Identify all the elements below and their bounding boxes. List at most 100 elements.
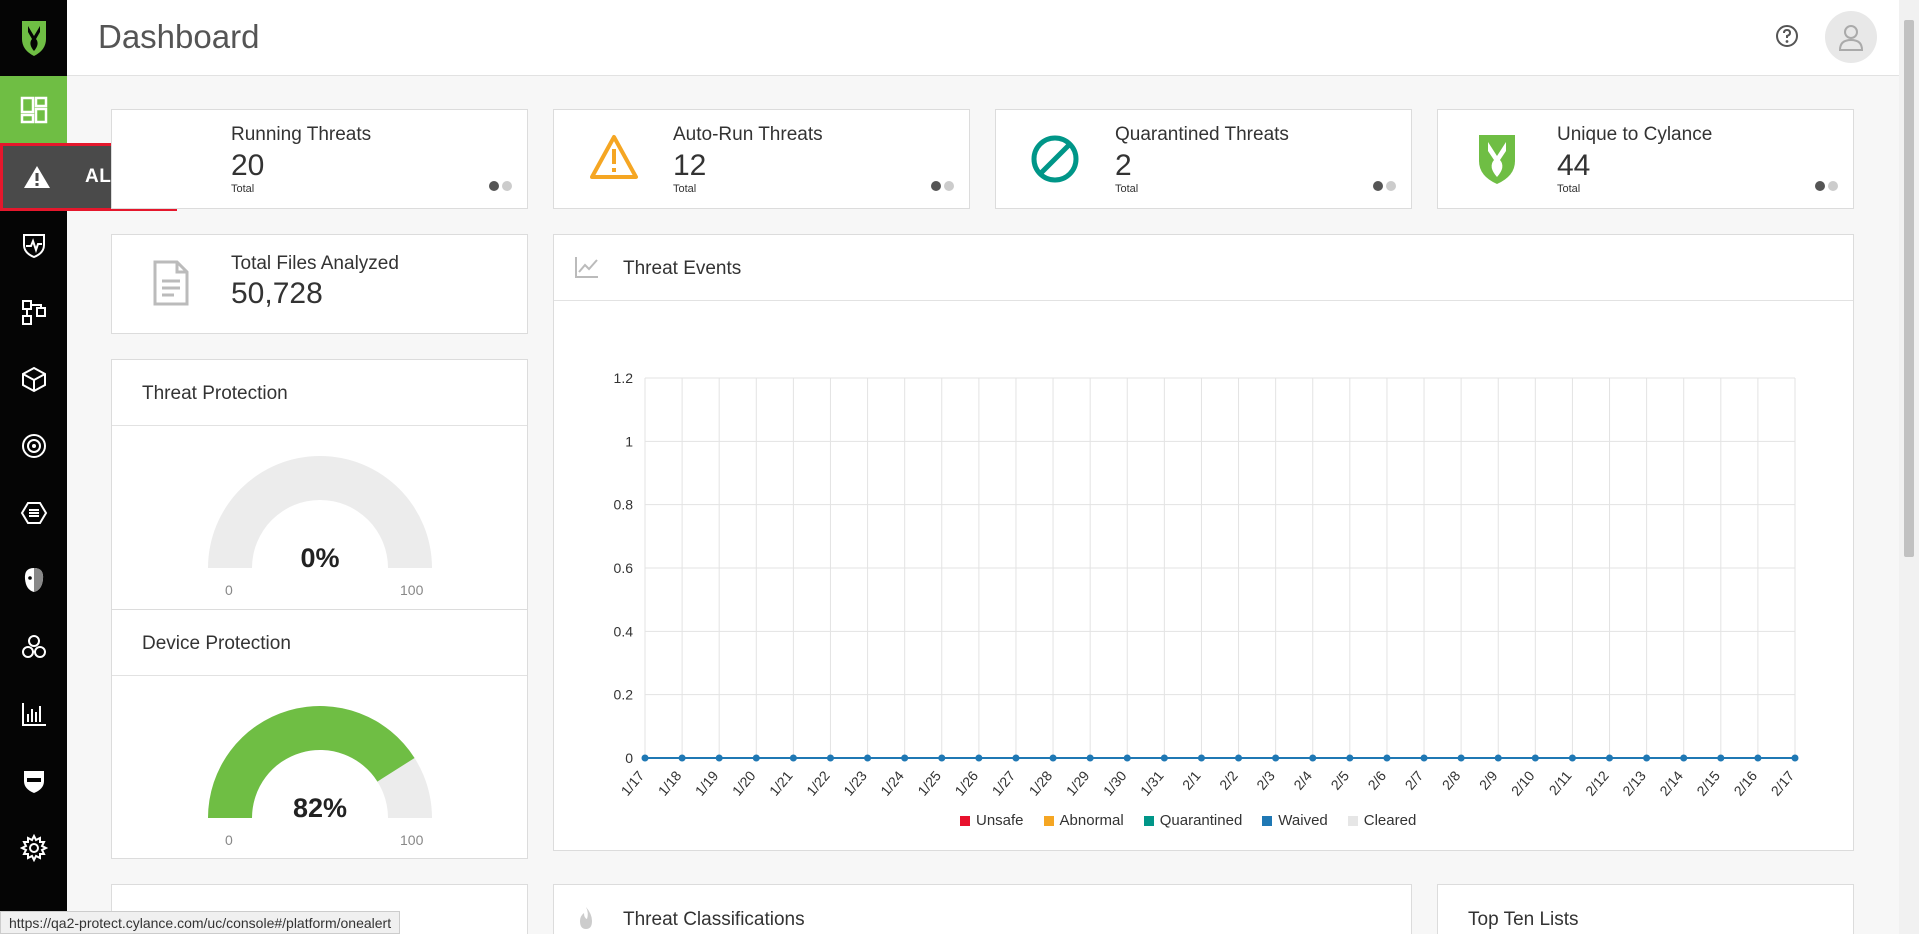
legend-swatch bbox=[1043, 815, 1054, 826]
x-tick-label: 2/13 bbox=[1619, 767, 1649, 798]
sidebar-item-optics[interactable] bbox=[0, 412, 67, 479]
network-icon bbox=[21, 299, 46, 325]
x-tick-label: 1/26 bbox=[951, 767, 981, 798]
data-point[interactable] bbox=[1235, 754, 1243, 762]
device-protection-card: Device Protection 82% 0 100 bbox=[111, 609, 528, 859]
data-point[interactable] bbox=[1643, 754, 1651, 762]
stat-card-running-threats[interactable]: Running Threats 20 Total bbox=[111, 109, 528, 209]
data-point[interactable] bbox=[1123, 754, 1131, 762]
data-point[interactable] bbox=[975, 754, 983, 762]
data-point[interactable] bbox=[1086, 754, 1094, 762]
sidebar-item-policies[interactable] bbox=[0, 479, 67, 546]
data-point[interactable] bbox=[826, 754, 834, 762]
y-tick-label: 0 bbox=[625, 750, 633, 766]
data-point[interactable] bbox=[938, 754, 946, 762]
data-point[interactable] bbox=[752, 754, 760, 762]
x-tick-label: 1/24 bbox=[877, 767, 907, 798]
x-tick-label: 2/7 bbox=[1402, 767, 1427, 792]
data-point[interactable] bbox=[1568, 754, 1576, 762]
gauge-max: 100 bbox=[400, 582, 424, 598]
data-point[interactable] bbox=[1680, 754, 1688, 762]
x-tick-label: 1/20 bbox=[729, 767, 759, 798]
stat-card-auto-run-threats[interactable]: Auto-Run Threats 12 Total bbox=[553, 109, 970, 209]
sidebar-item-reports[interactable] bbox=[0, 680, 67, 747]
x-tick-label: 2/5 bbox=[1327, 767, 1352, 792]
legend-swatch bbox=[1347, 815, 1358, 826]
data-point[interactable] bbox=[1420, 754, 1428, 762]
scrollbar[interactable] bbox=[1899, 0, 1919, 934]
help-icon[interactable] bbox=[1774, 23, 1800, 49]
document-icon bbox=[153, 260, 189, 306]
data-point[interactable] bbox=[1717, 754, 1725, 762]
data-point[interactable] bbox=[1754, 754, 1762, 762]
legend-item[interactable]: Cleared bbox=[1347, 812, 1416, 829]
threat-protection-card: Threat Protection 0% 0 100 bbox=[111, 359, 528, 610]
data-point[interactable] bbox=[1309, 754, 1317, 762]
data-point[interactable] bbox=[1791, 754, 1799, 762]
card-pager[interactable] bbox=[931, 181, 954, 191]
stat-value: 44 bbox=[1557, 149, 1591, 182]
y-tick-label: 1 bbox=[625, 433, 633, 449]
sidebar-item-dashboard[interactable] bbox=[0, 76, 67, 143]
data-point[interactable] bbox=[1383, 754, 1391, 762]
sidebar-item-protection[interactable] bbox=[0, 211, 67, 278]
data-point[interactable] bbox=[1531, 754, 1539, 762]
x-tick-label: 2/15 bbox=[1693, 767, 1723, 798]
data-point[interactable] bbox=[1606, 754, 1614, 762]
sidebar-item-persona[interactable] bbox=[0, 546, 67, 613]
cylance-logo[interactable] bbox=[0, 0, 67, 75]
sidebar-item-devices[interactable] bbox=[0, 345, 67, 412]
data-point[interactable] bbox=[641, 754, 649, 762]
gauge-min: 0 bbox=[225, 582, 233, 598]
data-point[interactable] bbox=[1494, 754, 1502, 762]
data-point[interactable] bbox=[715, 754, 723, 762]
avatar[interactable] bbox=[1825, 11, 1877, 63]
x-tick-label: 2/9 bbox=[1476, 767, 1501, 792]
data-point[interactable] bbox=[1160, 754, 1168, 762]
x-tick-label: 1/18 bbox=[655, 767, 685, 798]
data-point[interactable] bbox=[1197, 754, 1205, 762]
data-point[interactable] bbox=[678, 754, 686, 762]
x-tick-label: 2/6 bbox=[1364, 767, 1389, 792]
data-point[interactable] bbox=[1049, 754, 1057, 762]
page-title: Dashboard bbox=[98, 18, 260, 55]
data-point[interactable] bbox=[1457, 754, 1465, 762]
x-tick-label: 1/28 bbox=[1026, 767, 1056, 798]
stat-card-unique-to-cylance[interactable]: Unique to Cylance 44 Total bbox=[1437, 109, 1854, 209]
y-tick-label: 1.2 bbox=[614, 370, 634, 386]
sidebar-item-integrations[interactable] bbox=[0, 613, 67, 680]
sidebar-item-zones[interactable] bbox=[0, 278, 67, 345]
legend-item[interactable]: Abnormal bbox=[1043, 812, 1124, 829]
sidebar-item-settings[interactable] bbox=[0, 814, 67, 881]
x-tick-label: 1/25 bbox=[914, 767, 944, 798]
data-point[interactable] bbox=[789, 754, 797, 762]
card-pager[interactable] bbox=[1373, 181, 1396, 191]
legend-item[interactable]: Unsafe bbox=[960, 812, 1024, 829]
stat-value: 20 bbox=[231, 149, 265, 182]
card-pager[interactable] bbox=[1815, 181, 1838, 191]
legend-item[interactable]: Waived bbox=[1262, 812, 1328, 829]
sidebar-item-guard[interactable] bbox=[0, 747, 67, 814]
data-point[interactable] bbox=[1012, 754, 1020, 762]
x-tick-label: 2/1 bbox=[1179, 767, 1204, 792]
sidebar bbox=[0, 0, 67, 934]
card-pager[interactable] bbox=[489, 181, 512, 191]
panel-title: Top Ten Lists bbox=[1468, 909, 1579, 930]
legend-label: Waived bbox=[1278, 812, 1328, 829]
x-tick-label: 2/12 bbox=[1582, 767, 1612, 798]
legend-label: Quarantined bbox=[1159, 812, 1243, 829]
data-point[interactable] bbox=[901, 754, 909, 762]
data-point[interactable] bbox=[1272, 754, 1280, 762]
stat-card-quarantined-threats[interactable]: Quarantined Threats 2 Total bbox=[995, 109, 1412, 209]
x-tick-label: 1/19 bbox=[692, 767, 722, 798]
legend-item[interactable]: Quarantined bbox=[1143, 812, 1243, 829]
stat-sub: Total bbox=[1115, 183, 1139, 195]
data-point[interactable] bbox=[864, 754, 872, 762]
data-point[interactable] bbox=[1346, 754, 1354, 762]
gauge-min: 0 bbox=[225, 832, 233, 848]
files-value: 50,728 bbox=[231, 277, 323, 310]
top-ten-card: Top Ten Lists bbox=[1437, 884, 1854, 934]
gauge-max: 100 bbox=[400, 832, 424, 848]
header: Dashboard bbox=[67, 0, 1899, 76]
scrollbar-thumb[interactable] bbox=[1904, 20, 1914, 557]
